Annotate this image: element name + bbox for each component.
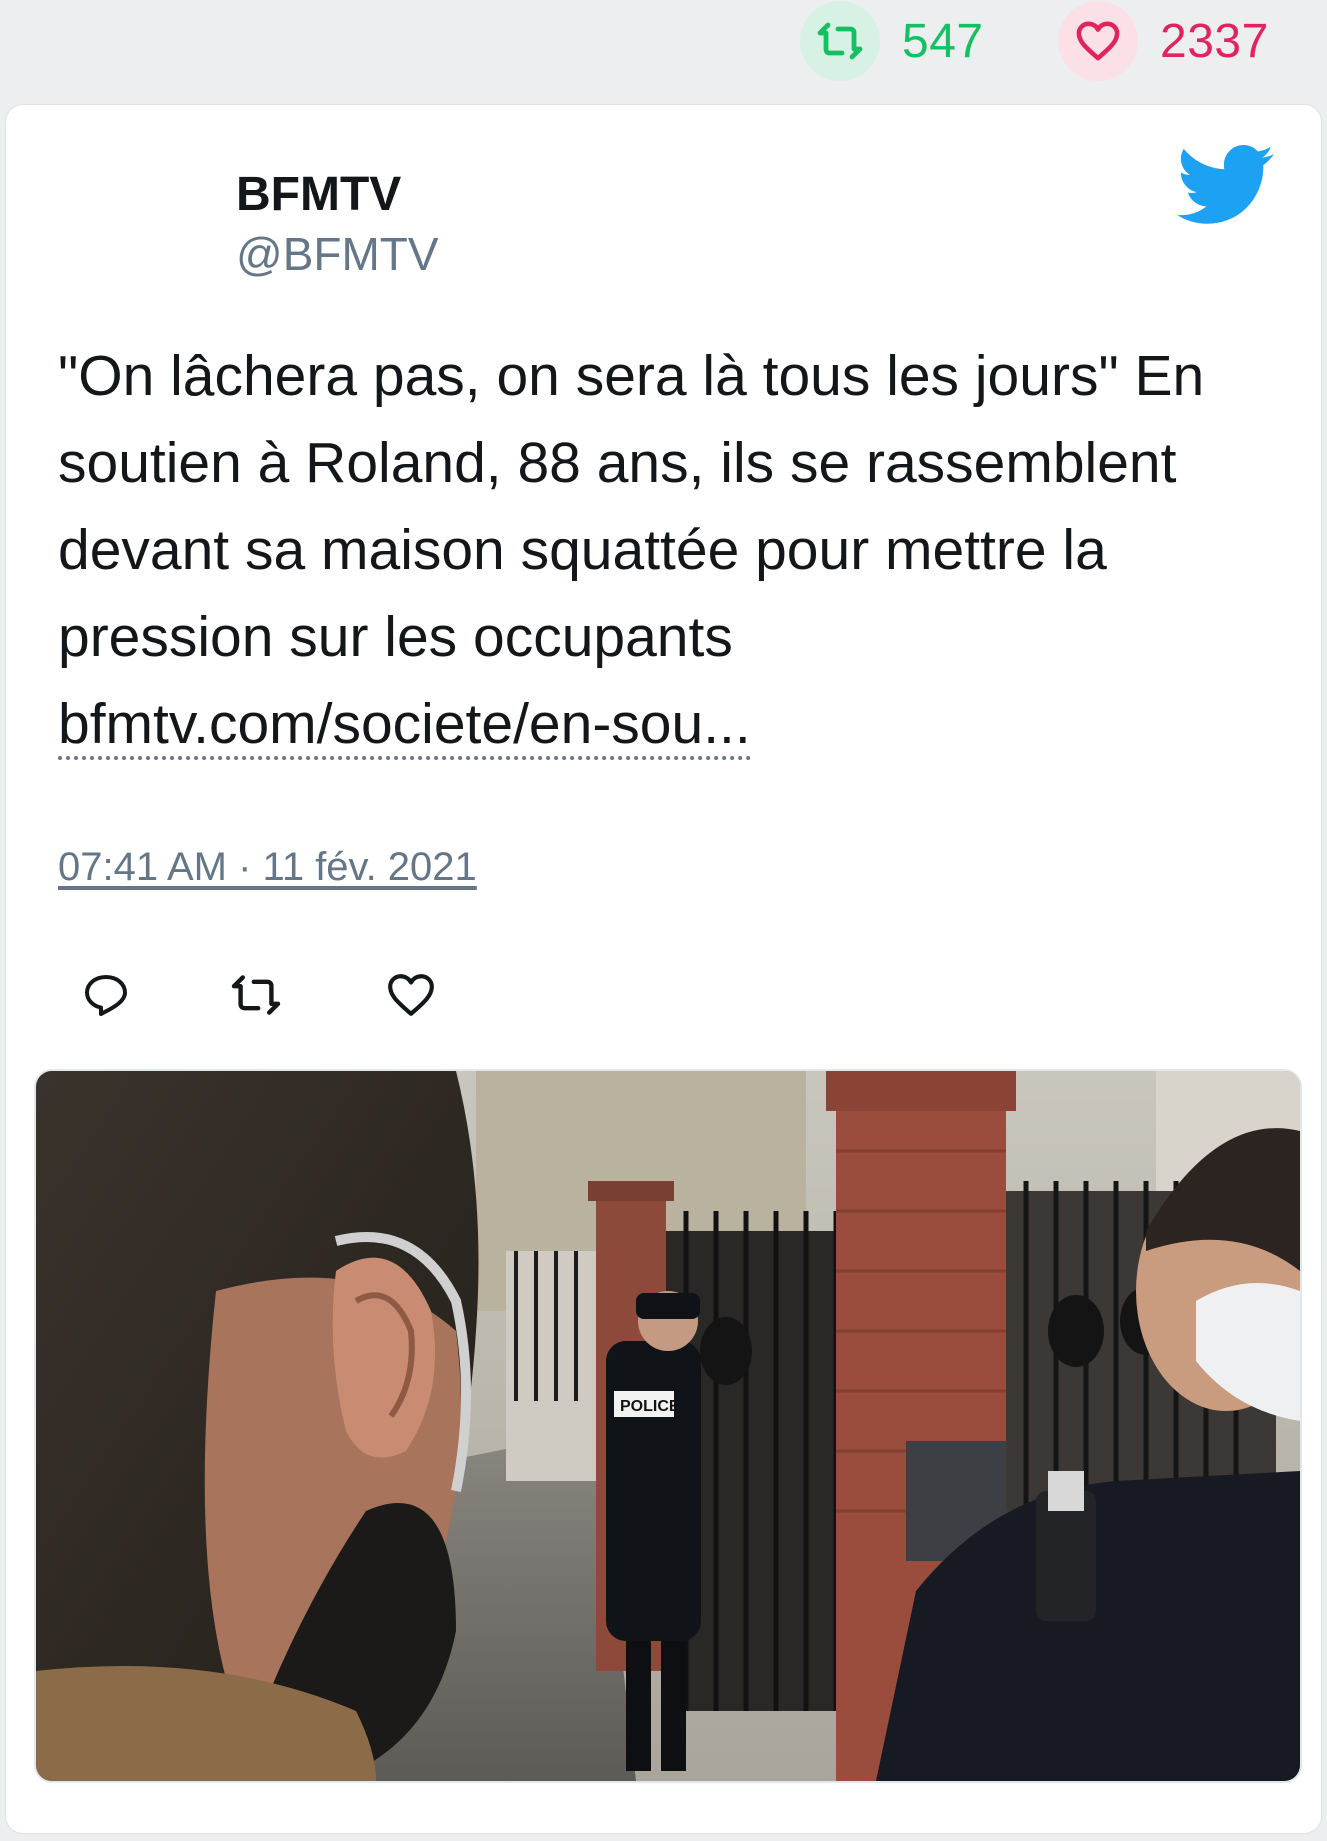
retweet-stat[interactable]: 547 (800, 0, 984, 82)
author-handle[interactable]: @BFMTV (236, 227, 439, 281)
tweet-body: "On lâchera pas, on sera là tous les jou… (58, 344, 1205, 669)
tweet-media-photo[interactable]: POLICE (34, 1069, 1302, 1783)
like-count: 2337 (1160, 14, 1269, 68)
author-name[interactable]: BFMTV (236, 167, 401, 222)
heart-icon[interactable] (1058, 1, 1138, 81)
tweet-timestamp[interactable]: 07:41 AM · 11 fév. 2021 (58, 845, 477, 890)
police-vest-label: POLICE (620, 1398, 680, 1415)
heart-icon[interactable] (381, 965, 441, 1025)
tweet-card: BFMTV @BFMTV "On lâchera pas, on sera là… (5, 104, 1322, 1834)
like-stat[interactable]: 2337 (1058, 0, 1269, 82)
tweet-link[interactable]: bfmtv.com/societe/en-sou... (58, 692, 751, 760)
tweet-text: "On lâchera pas, on sera là tous les jou… (58, 333, 1278, 768)
engagement-bar: 547 2337 (0, 0, 1327, 100)
reply-icon[interactable] (76, 965, 136, 1025)
retweet-count: 547 (902, 14, 984, 68)
retweet-icon[interactable] (226, 965, 286, 1025)
twitter-bird-icon[interactable] (1176, 145, 1276, 227)
retweet-icon[interactable] (800, 1, 880, 81)
